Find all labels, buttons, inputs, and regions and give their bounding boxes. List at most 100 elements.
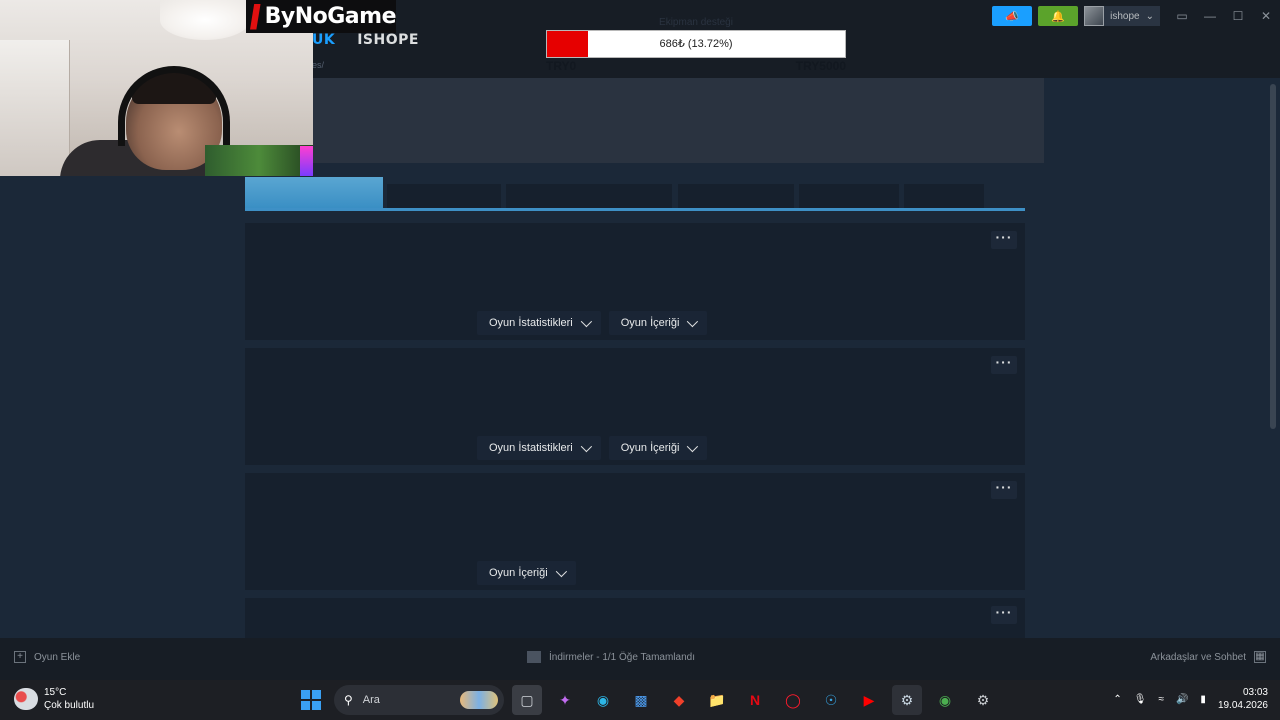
battery-icon[interactable]: ▮ [1200,694,1206,705]
game-card: ··· Oyun İçeriği [245,473,1025,590]
steam-status-bar: + Oyun Ekle İndirmeler - 1/1 Öğe Tamamla… [0,638,1280,680]
donation-widget: Ekipman desteği 686₺ (13.72%) TRY0 TRY50… [546,16,846,73]
file-explorer-button[interactable]: 📁 [702,685,732,715]
chrome-icon: ◉ [938,691,952,708]
game-card: ··· [245,598,1025,638]
close-button[interactable]: ✕ [1252,6,1280,26]
maximize-button[interactable]: ☐ [1224,6,1252,26]
youtube-button[interactable]: ▶ [854,685,884,715]
ceiling-light [160,0,250,40]
app-blue-button[interactable]: ☉ [816,685,846,715]
megaphone-icon: 📣 [1005,10,1019,23]
more-options-button[interactable]: ··· [991,604,1017,624]
task-view-button[interactable]: ▢ [512,685,542,715]
more-options-button[interactable]: ··· [991,479,1017,499]
dropdown-label: Oyun İstatistikleri [489,317,573,329]
downloads-label: İndirmeler - 1/1 Öğe Tamamlandı [549,651,695,663]
user-menu[interactable]: ishope ⌄ [1084,6,1160,26]
tab-underline [245,208,1025,211]
tab-5[interactable] [799,184,899,208]
more-options-button[interactable]: ··· [991,229,1017,249]
chevron-up-icon[interactable]: ⌃ [1113,694,1121,705]
donation-min-label: TRY0 [546,59,577,73]
tab-2[interactable] [387,184,501,208]
netflix-icon: N [749,692,761,708]
chevron-down-icon [580,315,592,328]
tab-6[interactable] [904,184,984,208]
donation-progress-label: 686₺ (13.72%) [659,38,733,50]
microphone-icon[interactable]: 🎙 [1134,694,1147,705]
announcements-button[interactable]: 📣 [992,6,1033,26]
copilot-button[interactable]: ✦ [550,685,580,715]
dropdown-label: Oyun İçeriği [620,442,680,454]
dropdown-label: Oyun İçeriği [489,567,548,579]
edge-icon: ◉ [596,691,610,708]
donation-title: Ekipman desteği [659,17,733,28]
notifications-button[interactable]: 🔔 [1038,6,1079,26]
tab-1[interactable] [245,177,383,208]
settings-button[interactable]: ⚙ [968,685,998,715]
taskbar-search[interactable]: ⚲ Ara [334,685,504,715]
game-card: ··· Oyun İstatistikleri Oyun İçeriği [245,348,1025,465]
youtube-icon: ▶ [863,691,875,708]
steam-main-nav: UK İSHOPE [312,32,419,48]
maximize-icon: ☐ [1232,9,1244,23]
clock[interactable]: 03:03 19.04.2026 [1218,686,1268,712]
ellipsis-icon: ··· [995,604,1013,620]
weather-widget[interactable]: 15°C Çok bulutlu [14,686,94,712]
nav-item-active[interactable]: UK [312,32,335,48]
volume-icon[interactable]: 🔊 [1176,694,1188,705]
donation-max-label: TRY5000 [795,59,846,73]
friends-label: Arkadaşlar ve Sohbet [1150,651,1246,663]
clock-time: 03:03 [1242,687,1268,698]
search-icon: ⚲ [344,693,353,707]
game-stats-dropdown[interactable]: Oyun İstatistikleri [477,311,601,335]
dropdown-label: Oyun İçeriği [620,317,680,329]
tab-4[interactable] [678,184,794,208]
steam-button[interactable]: ⚙ [892,685,922,715]
donation-progress-bar: 686₺ (13.72%) [546,30,846,58]
weather-desc: Çok bulutlu [44,700,95,711]
monitor-icon: ▭ [1176,9,1188,23]
downloads-button[interactable]: İndirmeler - 1/1 Öğe Tamamlandı [527,651,695,663]
minimize-button[interactable]: — [1196,6,1224,26]
chrome-button[interactable]: ◉ [930,685,960,715]
ellipsis-icon: ··· [995,229,1013,245]
store-button[interactable]: ▩ [626,685,656,715]
weather-temp: 15°C [44,687,67,698]
game-content-dropdown[interactable]: Oyun İçeriği [477,561,576,585]
game-stats-dropdown[interactable]: Oyun İstatistikleri [477,436,601,460]
game-card: ··· Oyun İstatistikleri Oyun İçeriği [245,223,1025,340]
url-breadcrumb: es/ [312,60,325,70]
game-content-dropdown[interactable]: Oyun İçeriği [608,311,708,335]
logo-mark-icon [250,3,261,30]
opera-button[interactable]: ◯ [778,685,808,715]
add-game-button[interactable]: + Oyun Ekle [14,651,80,663]
plus-icon: + [14,651,26,663]
system-tray: ⌃ 🎙 ≈ 🔊 ▮ 03:03 19.04.2026 [1113,686,1268,712]
scrollbar[interactable] [1270,84,1276,429]
chevron-down-icon [555,565,567,578]
add-game-label: Oyun Ekle [34,651,81,663]
app-red-diamond-button[interactable]: ◆ [664,685,694,715]
wifi-icon[interactable]: ≈ [1158,694,1164,705]
tab-3[interactable] [506,184,672,208]
dropdown-label: Oyun İstatistikleri [489,442,573,454]
ellipsis-icon: ··· [995,479,1013,495]
taskbar-apps: ⚲ Ara ▢ ✦ ◉ ▩ ◆ 📁 N ◯ ☉ ▶ ⚙ ◉ ⚙ [296,685,998,715]
edge-button[interactable]: ◉ [588,685,618,715]
bynogame-logo: ByNoGame [246,0,397,33]
friends-chat-button[interactable]: Arkadaşlar ve Sohbet ▦ [1150,651,1266,663]
ellipsis-icon: ··· [995,354,1013,370]
game-content-dropdown[interactable]: Oyun İçeriği [608,436,708,460]
netflix-button[interactable]: N [740,685,770,715]
gear-icon: ⚙ [976,691,990,708]
big-picture-button[interactable]: ▭ [1168,6,1196,26]
more-options-button[interactable]: ··· [991,354,1017,374]
clock-date: 19.04.2026 [1217,700,1268,711]
user-name: ishope [1110,10,1140,22]
start-button[interactable] [296,685,326,715]
top-right-controls: 📣 🔔 ishope ⌄ ▭ — ☐ ✕ [992,6,1280,26]
folder-icon: 📁 [708,691,726,708]
nav-item-user[interactable]: İSHOPE [357,32,419,48]
